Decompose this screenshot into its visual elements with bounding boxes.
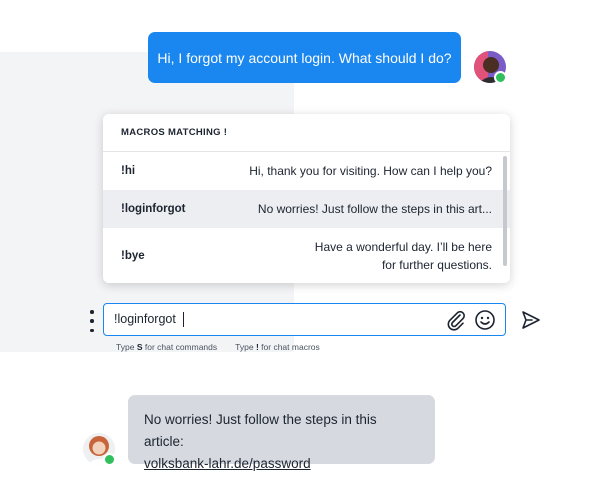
macro-key: !hi [121, 165, 136, 177]
outgoing-message-bubble: Hi, I forgot my account login. What shou… [148, 32, 461, 83]
user-avatar-icon[interactable] [474, 51, 507, 84]
send-icon[interactable] [520, 309, 542, 331]
menu-dot [90, 328, 94, 332]
agent-avatar-icon[interactable] [83, 433, 116, 466]
more-vertical-icon[interactable] [88, 310, 96, 332]
macro-text-line: for further questions. [381, 257, 492, 272]
commands-hint: Type S for chat commands [116, 342, 217, 352]
macro-key: !loginforgot [121, 203, 186, 215]
incoming-message-text: No worries! Just follow the steps in thi… [144, 412, 377, 449]
macros-header: MACROS MATCHING ! [103, 114, 510, 152]
paperclip-icon[interactable] [446, 309, 466, 331]
hint-text: for chat macros [261, 342, 320, 352]
hint-key: S [136, 342, 143, 352]
online-status-indicator [494, 71, 507, 84]
macro-key: !bye [121, 249, 145, 262]
hint-text: Type [116, 342, 135, 352]
macro-text: No worries! Just follow the steps in thi… [257, 202, 492, 216]
composer-hints: Type S for chat commands Type ! for chat… [116, 342, 320, 352]
macro-item-bye[interactable]: !bye Have a wonderful day. I’ll be here … [103, 228, 510, 283]
outgoing-message-text: Hi, I forgot my account login. What shou… [157, 49, 452, 66]
incoming-message-bubble: No worries! Just follow the steps in thi… [128, 395, 435, 471]
smiley-icon[interactable] [474, 309, 496, 331]
hint-text: Type [235, 342, 254, 352]
menu-dot [90, 310, 94, 314]
macro-text: Hi, thank you for visiting. How can I he… [249, 164, 492, 178]
macro-item-loginforgot[interactable]: !loginforgot No worries! Just follow the… [103, 190, 510, 228]
macro-text: Have a wonderful day. I’ll be here for f… [315, 238, 492, 274]
message-input-value: !loginforgot [114, 312, 176, 326]
message-input[interactable]: !loginforgot [103, 303, 506, 336]
hint-text: for chat commands [144, 342, 218, 352]
macro-item-hi[interactable]: !hi Hi, thank you for visiting. How can … [103, 152, 510, 190]
online-status-indicator [103, 453, 116, 466]
password-article-link[interactable]: volksbank-lahr.de/password [144, 453, 419, 475]
macro-text-line: Have a wonderful day. I’ll be here [314, 239, 492, 254]
macros-scrollbar[interactable] [503, 156, 507, 266]
macros-hint: Type ! for chat macros [235, 342, 320, 352]
menu-dot [90, 319, 94, 323]
text-caret [183, 312, 184, 327]
macros-popup: MACROS MATCHING ! !hi Hi, thank you for … [103, 114, 510, 283]
hint-key: ! [255, 342, 259, 352]
